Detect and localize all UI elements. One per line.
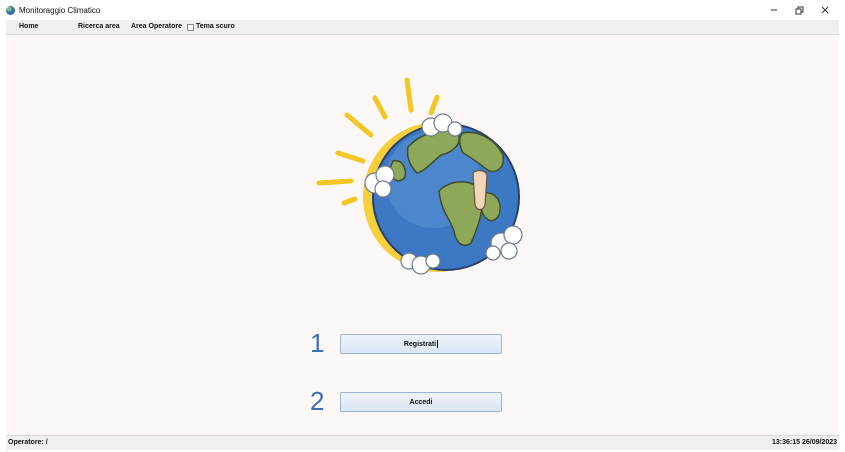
maximize-button[interactable] — [787, 0, 811, 20]
window-title: Monitoraggio Climatico — [19, 5, 101, 15]
close-button[interactable] — [813, 0, 837, 20]
title-bar: Monitoraggio Climatico — [0, 0, 845, 20]
text-cursor — [437, 340, 439, 348]
menu-ricerca-area[interactable]: Ricerca area — [78, 20, 120, 34]
step-number-2: 2 — [310, 386, 325, 416]
minimize-icon — [771, 9, 777, 11]
tema-scuro-checkbox[interactable] — [187, 24, 194, 31]
operator-status: Operatore: / — [8, 439, 48, 446]
close-icon — [821, 6, 829, 14]
tema-scuro-label[interactable]: Tema scuro — [196, 20, 235, 34]
menu-area-operatore[interactable]: Area Operatore — [131, 20, 182, 34]
earth-with-sun-icon — [316, 77, 523, 275]
minimize-button[interactable] — [762, 0, 786, 20]
status-bar: Operatore: / 13:36:15 26/09/2023 — [6, 435, 839, 450]
registrati-label: Registrati — [403, 340, 437, 348]
accedi-label: Accedi — [409, 398, 433, 406]
step-number-1: 1 — [310, 328, 325, 358]
menu-bar: Home Ricerca area Area Operatore Tema sc… — [6, 20, 839, 35]
main-content: 1 Registrati 2 Accedi — [6, 35, 839, 435]
datetime-status: 13:36:15 26/09/2023 — [772, 439, 837, 446]
accedi-button[interactable]: Accedi — [340, 392, 502, 412]
restore-icon — [795, 6, 803, 14]
registrati-button[interactable]: Registrati — [340, 334, 502, 354]
menu-home[interactable]: Home — [19, 20, 38, 34]
app-globe-icon — [6, 5, 15, 15]
